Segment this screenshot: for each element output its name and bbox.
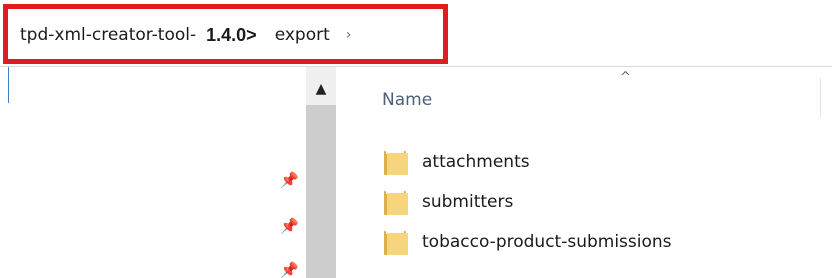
breadcrumb-item-version[interactable]: 1.4.0> — [204, 25, 259, 46]
list-item[interactable]: tobacco-product-submissions — [384, 222, 672, 262]
sort-ascending-icon: ^ — [620, 70, 631, 85]
chevron-up-icon[interactable]: ▲ — [306, 77, 336, 101]
folder-icon — [384, 187, 410, 217]
pin-icon[interactable]: 📌 — [280, 172, 299, 188]
file-explorer-window: tpd-xml-creator-tool- 1.4.0> export › 📌 … — [0, 0, 832, 278]
list-item[interactable]: submitters — [384, 182, 672, 222]
column-header-name[interactable]: Name — [382, 90, 432, 110]
breadcrumb-item-export[interactable]: export — [273, 25, 332, 45]
chevron-right-icon[interactable]: › — [346, 28, 352, 42]
nav-pane-edge — [8, 67, 9, 103]
file-name: tobacco-product-submissions — [422, 232, 672, 252]
column-divider[interactable] — [820, 78, 821, 118]
file-name: attachments — [422, 152, 530, 172]
pin-icon[interactable]: 📌 — [280, 262, 299, 278]
file-list: attachments submitters tobacco-product-s… — [384, 142, 672, 262]
nav-scrollbar[interactable]: ▲ — [306, 67, 336, 278]
pin-icon[interactable]: 📌 — [280, 218, 299, 234]
breadcrumb: tpd-xml-creator-tool- 1.4.0> export › — [18, 22, 351, 48]
folder-icon — [384, 227, 410, 257]
scrollbar-thumb[interactable] — [306, 105, 336, 278]
list-item[interactable]: attachments — [384, 142, 672, 182]
breadcrumb-item-root[interactable]: tpd-xml-creator-tool- — [18, 25, 198, 45]
file-name: submitters — [422, 192, 514, 212]
navigation-pane — [0, 67, 306, 278]
folder-icon — [384, 147, 410, 177]
address-bar[interactable]: tpd-xml-creator-tool- 1.4.0> export › — [0, 0, 832, 67]
